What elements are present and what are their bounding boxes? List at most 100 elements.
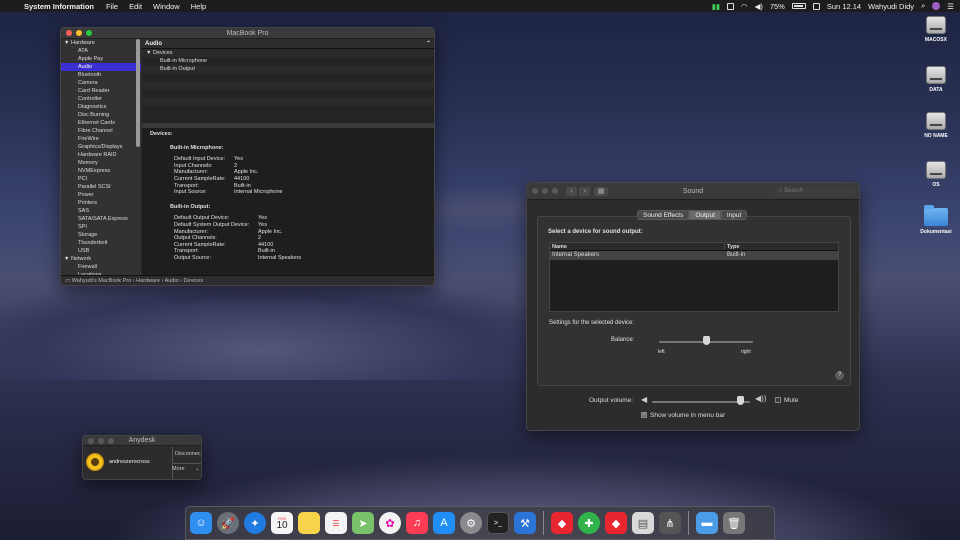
sidebar-item[interactable]: Power <box>61 191 141 199</box>
utility-green-icon[interactable]: ✚ <box>578 512 600 534</box>
minimize-button[interactable] <box>76 30 82 36</box>
disclosure-triangle-icon[interactable]: ▼ <box>64 256 71 262</box>
safari-icon[interactable]: ✦ <box>244 512 266 534</box>
sidebar-item[interactable]: Bluetooth <box>61 71 141 79</box>
mute-checkbox[interactable]: Mute <box>775 397 798 404</box>
disclosure-triangle-icon[interactable]: ▼ <box>64 40 71 46</box>
desktop-icon-data[interactable]: DATA <box>916 66 956 93</box>
sidebar-item[interactable]: SAS <box>61 207 141 215</box>
output-volume-slider[interactable] <box>652 401 750 403</box>
input-source-icon[interactable] <box>812 2 820 10</box>
sidebar-item[interactable]: USB <box>61 247 141 255</box>
wifi-icon[interactable]: ◠ <box>741 2 748 11</box>
display-icon[interactable] <box>727 2 735 10</box>
downloads-folder-icon[interactable]: ▬ <box>696 512 718 534</box>
sidebar-item[interactable]: Diagnostics <box>61 103 141 111</box>
calendar-icon[interactable]: FEB 10 <box>271 512 293 534</box>
terminal-icon[interactable]: >_ <box>487 512 509 534</box>
finder-icon[interactable]: ☺ <box>190 512 212 534</box>
sidebar-item[interactable]: Audio <box>61 63 141 71</box>
launchpad-icon[interactable]: 🚀 <box>217 512 239 534</box>
sidebar-item[interactable]: SPI <box>61 223 141 231</box>
tree-row-microphone[interactable]: Built-in Microphone <box>142 57 434 65</box>
tree-row-devices[interactable]: ▼ Devices <box>142 49 434 57</box>
xcode-icon[interactable]: ⚒ <box>514 512 536 534</box>
tree-row-output[interactable]: Built-in Output <box>142 65 434 73</box>
desktop-icon-os[interactable]: OS <box>916 161 956 188</box>
volume-icon[interactable]: ◀) <box>755 2 763 11</box>
minimize-button[interactable] <box>98 437 104 444</box>
menu-file[interactable]: File <box>106 2 118 11</box>
sidebar-section[interactable]: ▼ Network <box>61 255 141 263</box>
sidebar-section[interactable]: ▼ Hardware <box>61 39 141 47</box>
sidebar-item[interactable]: Printers <box>61 199 141 207</box>
zoom-button[interactable] <box>86 30 92 36</box>
menu-edit[interactable]: Edit <box>129 2 142 11</box>
sidebar-item[interactable]: Hardware RAID <box>61 151 141 159</box>
table-row[interactable]: Internal Speakers Built-in <box>550 251 838 260</box>
maps-icon[interactable]: ➤ <box>352 512 374 534</box>
window-titlebar[interactable]: ‹ › ▦ Sound ⌕ Search <box>527 183 859 200</box>
close-button[interactable] <box>66 30 72 36</box>
menu-window[interactable]: Window <box>153 2 180 11</box>
anydesk-2-icon[interactable]: ◆ <box>605 512 627 534</box>
menu-help[interactable]: Help <box>191 2 206 11</box>
sidebar-item[interactable]: Camera <box>61 79 141 87</box>
clock[interactable]: Sun 12.14 <box>827 2 861 11</box>
path-bar-text[interactable]: Wahyudi's MacBook Pro › Hardware › Audio… <box>72 278 203 284</box>
menu-app-name[interactable]: System Information <box>24 2 94 11</box>
forward-button[interactable]: › <box>579 186 590 196</box>
sidebar-item[interactable]: SATA/SATA Express <box>61 215 141 223</box>
sidebar-item[interactable]: NVMExpress <box>61 167 141 175</box>
sidebar-item[interactable]: Parallel SCSI <box>61 183 141 191</box>
desktop-icon-no-name[interactable]: NO NAME <box>916 112 956 139</box>
sidebar-item[interactable]: Thunderbolt <box>61 239 141 247</box>
sidebar-item[interactable]: Fibre Channel <box>61 127 141 135</box>
more-button[interactable]: More ⌄ <box>172 466 200 472</box>
music-icon[interactable]: ♫ <box>406 512 428 534</box>
balance-slider-knob[interactable] <box>702 336 710 345</box>
desktop-icon-dokumentasi[interactable]: Dokumentasi <box>916 205 956 235</box>
battery-percent[interactable]: 75% <box>770 2 785 11</box>
disclosure-triangle-icon[interactable]: ▼ <box>146 50 151 56</box>
column-header-name[interactable]: Name <box>550 243 725 250</box>
search-field[interactable]: ⌕ Search <box>775 186 855 197</box>
collapse-chevron-icon[interactable]: ⌃ <box>426 39 431 49</box>
sidebar-item[interactable]: Apple Pay <box>61 55 141 63</box>
control-menu-icon[interactable]: ☰ <box>947 2 954 11</box>
sidebar-item[interactable]: Memory <box>61 159 141 167</box>
zoom-button[interactable] <box>552 188 558 194</box>
system-preferences-icon[interactable]: ⚙ <box>460 512 482 534</box>
preview-icon[interactable]: ▤ <box>632 512 654 534</box>
sidebar-item[interactable]: ATA <box>61 47 141 55</box>
help-button[interactable]: ? <box>835 371 844 380</box>
checkbox-box[interactable]: ✓ <box>641 412 647 419</box>
sidebar-item[interactable]: PCI <box>61 175 141 183</box>
anydesk-icon[interactable]: ◆ <box>551 512 573 534</box>
sidebar-item[interactable]: Ethernet Cards <box>61 119 141 127</box>
search-icon[interactable]: ⌕ <box>921 1 925 11</box>
reminders-icon[interactable]: ☰ <box>325 512 347 534</box>
network-tool-icon[interactable]: ⋔ <box>659 512 681 534</box>
tab-input[interactable]: Input <box>720 210 748 220</box>
sidebar-item[interactable]: Disc Burning <box>61 111 141 119</box>
battery-icon[interactable] <box>791 3 806 9</box>
show-all-grid-icon[interactable]: ▦ <box>594 186 608 196</box>
user-avatar-icon[interactable] <box>932 2 941 10</box>
sidebar-scrollbar[interactable] <box>136 39 140 147</box>
show-volume-checkbox[interactable]: ✓ Show volume in menu bar <box>641 412 725 419</box>
sidebar-item[interactable]: FireWire <box>61 135 141 143</box>
section-header[interactable]: Audio ⌃ <box>142 39 434 49</box>
sidebar-item[interactable]: Card Reader <box>61 87 141 95</box>
sidebar-item[interactable]: Graphics/Displays <box>61 143 141 151</box>
close-button[interactable] <box>88 437 94 444</box>
notes-icon[interactable] <box>298 512 320 534</box>
back-button[interactable]: ‹ <box>566 186 577 196</box>
app-store-icon[interactable]: A <box>433 512 455 534</box>
sidebar-item[interactable]: Storage <box>61 231 141 239</box>
output-volume-knob[interactable] <box>736 396 744 405</box>
tab-output[interactable]: Output <box>689 210 721 220</box>
column-header-type[interactable]: Type <box>725 243 739 250</box>
sidebar-item[interactable]: Controller <box>61 95 141 103</box>
window-titlebar[interactable]: MacBook Pro <box>61 28 434 39</box>
